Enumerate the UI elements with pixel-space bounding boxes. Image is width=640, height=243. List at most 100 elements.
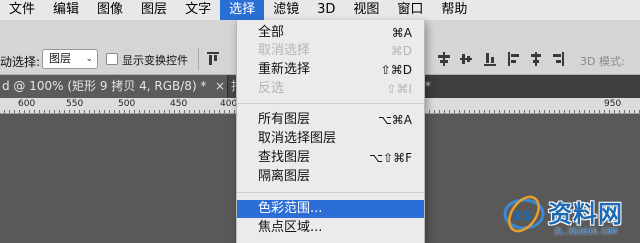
menu-item-focus-area[interactable]: 焦点区域... <box>237 219 424 237</box>
ruler-tick <box>624 110 625 113</box>
ruler-tick <box>629 110 630 113</box>
align-top-icon[interactable] <box>207 52 219 66</box>
ruler-tick <box>539 110 540 113</box>
ruler-tick <box>549 110 550 113</box>
menu-item-deselect-layers[interactable]: 取消选择图层 <box>237 130 424 148</box>
ruler-tick <box>54 110 55 113</box>
ruler-tick <box>574 110 575 113</box>
ruler-tick <box>504 110 505 113</box>
ruler-tick <box>179 110 180 113</box>
auto-select-dropdown[interactable]: 图层 ⌄ <box>42 49 98 69</box>
menu-item-label: 反选 <box>258 81 285 96</box>
ruler-tick <box>614 110 615 113</box>
distribute-left-icon[interactable] <box>508 52 520 66</box>
show-transform-label: 显示变换控件 <box>122 54 188 67</box>
ruler-tick <box>4 110 5 113</box>
menu-item-label: 查找图层 <box>258 150 311 165</box>
ruler-tick <box>494 110 495 113</box>
ruler-tick <box>509 110 510 113</box>
menu-filter[interactable]: 滤镜 <box>264 0 308 20</box>
menu-item-all-layers[interactable]: 所有图层 ⌥⌘A <box>237 111 424 129</box>
menu-item-shortcut: ⌘D <box>390 44 412 58</box>
ruler-tick <box>99 110 100 113</box>
chevron-down-icon: ⌄ <box>85 54 93 64</box>
ruler-tick <box>594 110 595 113</box>
ruler-tick <box>149 110 150 113</box>
ruler-tick <box>604 110 605 113</box>
ruler-tick <box>529 110 530 113</box>
ruler-tick <box>34 110 35 113</box>
options-divider <box>198 48 199 70</box>
menu-edit[interactable]: 编辑 <box>44 0 88 20</box>
ruler-tick <box>94 110 95 113</box>
menu-file[interactable]: 文件 <box>0 0 44 20</box>
ruler-tick <box>484 110 485 113</box>
menu-item-shortcut: ⌥⌘A <box>377 113 412 127</box>
ruler-tick <box>429 110 430 113</box>
menu-separator <box>237 103 424 104</box>
menu-bar: 文件 编辑 图像 图层 文字 选择 滤镜 3D 视图 窗口 帮助 <box>0 0 640 20</box>
menu-window[interactable]: 窗口 <box>388 0 432 20</box>
svg-text:xs: xs <box>512 205 532 224</box>
select-menu-dropdown: 全部 ⌘A 取消选择 ⌘D 重新选择 ⇧⌘D 反选 ⇧⌘I 所有图层 ⌥⌘A 取… <box>236 20 425 243</box>
ruler-label: 600 <box>18 99 36 109</box>
ruler-tick <box>519 110 520 113</box>
ruler-tick <box>9 110 10 113</box>
ruler-tick <box>19 110 20 113</box>
ruler-tick <box>609 110 610 113</box>
menu-view[interactable]: 视图 <box>344 0 388 20</box>
menu-item-label: 全部 <box>258 25 285 40</box>
ruler-tick <box>184 110 185 113</box>
close-icon[interactable]: × <box>215 75 225 98</box>
menu-image[interactable]: 图像 <box>88 0 132 20</box>
ruler-tick <box>159 110 160 113</box>
distribute-vcenter-icon[interactable] <box>460 52 472 66</box>
distribute-icon[interactable] <box>438 52 450 66</box>
distribute-bottom-icon[interactable] <box>484 52 496 66</box>
menu-item-label: 焦点区域... <box>258 220 323 235</box>
ruler-tick <box>104 110 105 113</box>
menu-item-inverse[interactable]: 反选 ⇧⌘I <box>237 80 424 98</box>
ruler-tick <box>439 110 440 113</box>
menu-item-color-range[interactable]: 色彩范围... <box>237 200 424 218</box>
menu-item-deselect[interactable]: 取消选择 ⌘D <box>237 42 424 60</box>
ruler-tick <box>584 110 585 113</box>
ruler-tick <box>554 110 555 113</box>
ruler-tick <box>569 110 570 113</box>
ruler-tick <box>134 110 135 113</box>
distribute-right-icon[interactable] <box>552 52 564 66</box>
menu-help[interactable]: 帮助 <box>432 0 476 20</box>
menu-item-isolate-layers[interactable]: 隔离图层 <box>237 168 424 186</box>
ruler-tick <box>234 110 235 113</box>
ruler-tick <box>619 110 620 113</box>
ruler-tick <box>44 110 45 113</box>
document-tab-active[interactable]: d @ 100% (矩形 9 拷贝 4, RGB/8) * × <box>0 75 228 98</box>
ruler-tick <box>544 110 545 113</box>
menu-item-reselect[interactable]: 重新选择 ⇧⌘D <box>237 61 424 79</box>
ruler-tick <box>209 110 210 113</box>
ruler-tick <box>114 110 115 113</box>
menu-item-find-layers[interactable]: 查找图层 ⌥⇧⌘F <box>237 149 424 167</box>
menu-item-label: 色彩范围... <box>258 201 323 216</box>
menu-type[interactable]: 文字 <box>176 0 220 20</box>
ruler-label: 500 <box>118 99 136 109</box>
watermark-title: 资料网 <box>548 200 623 228</box>
menu-3d[interactable]: 3D <box>308 0 344 20</box>
menu-item-label: 取消选择 <box>258 43 311 58</box>
ruler-tick <box>564 110 565 113</box>
show-transform-checkbox[interactable] <box>106 53 118 65</box>
ruler-tick <box>144 110 145 113</box>
ruler-tick <box>124 110 125 113</box>
ruler-tick <box>224 110 225 113</box>
auto-select-label: 动选择: <box>0 55 41 69</box>
menu-select[interactable]: 选择 <box>220 0 265 20</box>
3d-mode-label: 3D 模式: <box>580 55 625 68</box>
menu-layer[interactable]: 图层 <box>132 0 176 20</box>
menu-item-select-all[interactable]: 全部 ⌘A <box>237 24 424 42</box>
ruler-tick <box>189 110 190 113</box>
ruler-tick <box>449 110 450 113</box>
auto-select-value: 图层 <box>49 52 71 65</box>
distribute-hcenter-icon[interactable] <box>530 52 542 66</box>
menu-separator <box>237 192 424 193</box>
ruler-tick <box>459 110 460 113</box>
